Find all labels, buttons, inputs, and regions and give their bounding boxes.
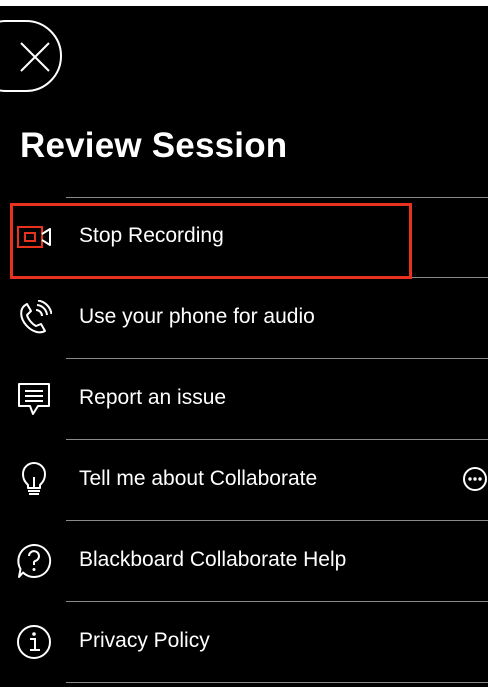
menu-item-label: Use your phone for audio [79, 305, 315, 328]
menu-item-phone-audio[interactable]: Use your phone for audio [0, 278, 488, 359]
help-icon [17, 543, 52, 578]
close-button[interactable] [0, 20, 62, 92]
session-title: Review Session [20, 126, 288, 165]
phone-audio-icon [20, 300, 52, 334]
menu-item-report-issue[interactable]: Report an issue [0, 359, 488, 440]
menu-divider [66, 682, 488, 683]
menu-item-privacy-policy[interactable]: Privacy Policy [0, 602, 488, 683]
menu-item-label: Stop Recording [79, 224, 224, 247]
more-options-icon[interactable] [462, 466, 488, 492]
recording-camera-icon [17, 226, 51, 248]
menu-item-label: Report an issue [79, 386, 227, 409]
menu-item-stop-recording[interactable]: Stop Recording [0, 197, 488, 278]
menu-divider [66, 197, 488, 198]
menu-item-collaborate-help[interactable]: Blackboard Collaborate Help [0, 521, 488, 602]
menu-item-tell-me-about-collaborate[interactable]: Tell me about Collaborate [0, 440, 488, 521]
session-menu: Stop Recording Use your phone for audio … [0, 197, 488, 683]
close-icon [20, 42, 50, 72]
menu-item-label: Privacy Policy [79, 629, 210, 652]
info-icon [17, 625, 51, 659]
menu-item-label: Tell me about Collaborate [79, 467, 318, 490]
menu-item-label: Blackboard Collaborate Help [79, 548, 347, 571]
session-menu-panel: Review Session Stop Recording Use your p… [0, 6, 488, 687]
speech-bubble-icon [18, 383, 50, 415]
lightbulb-icon [22, 462, 46, 495]
